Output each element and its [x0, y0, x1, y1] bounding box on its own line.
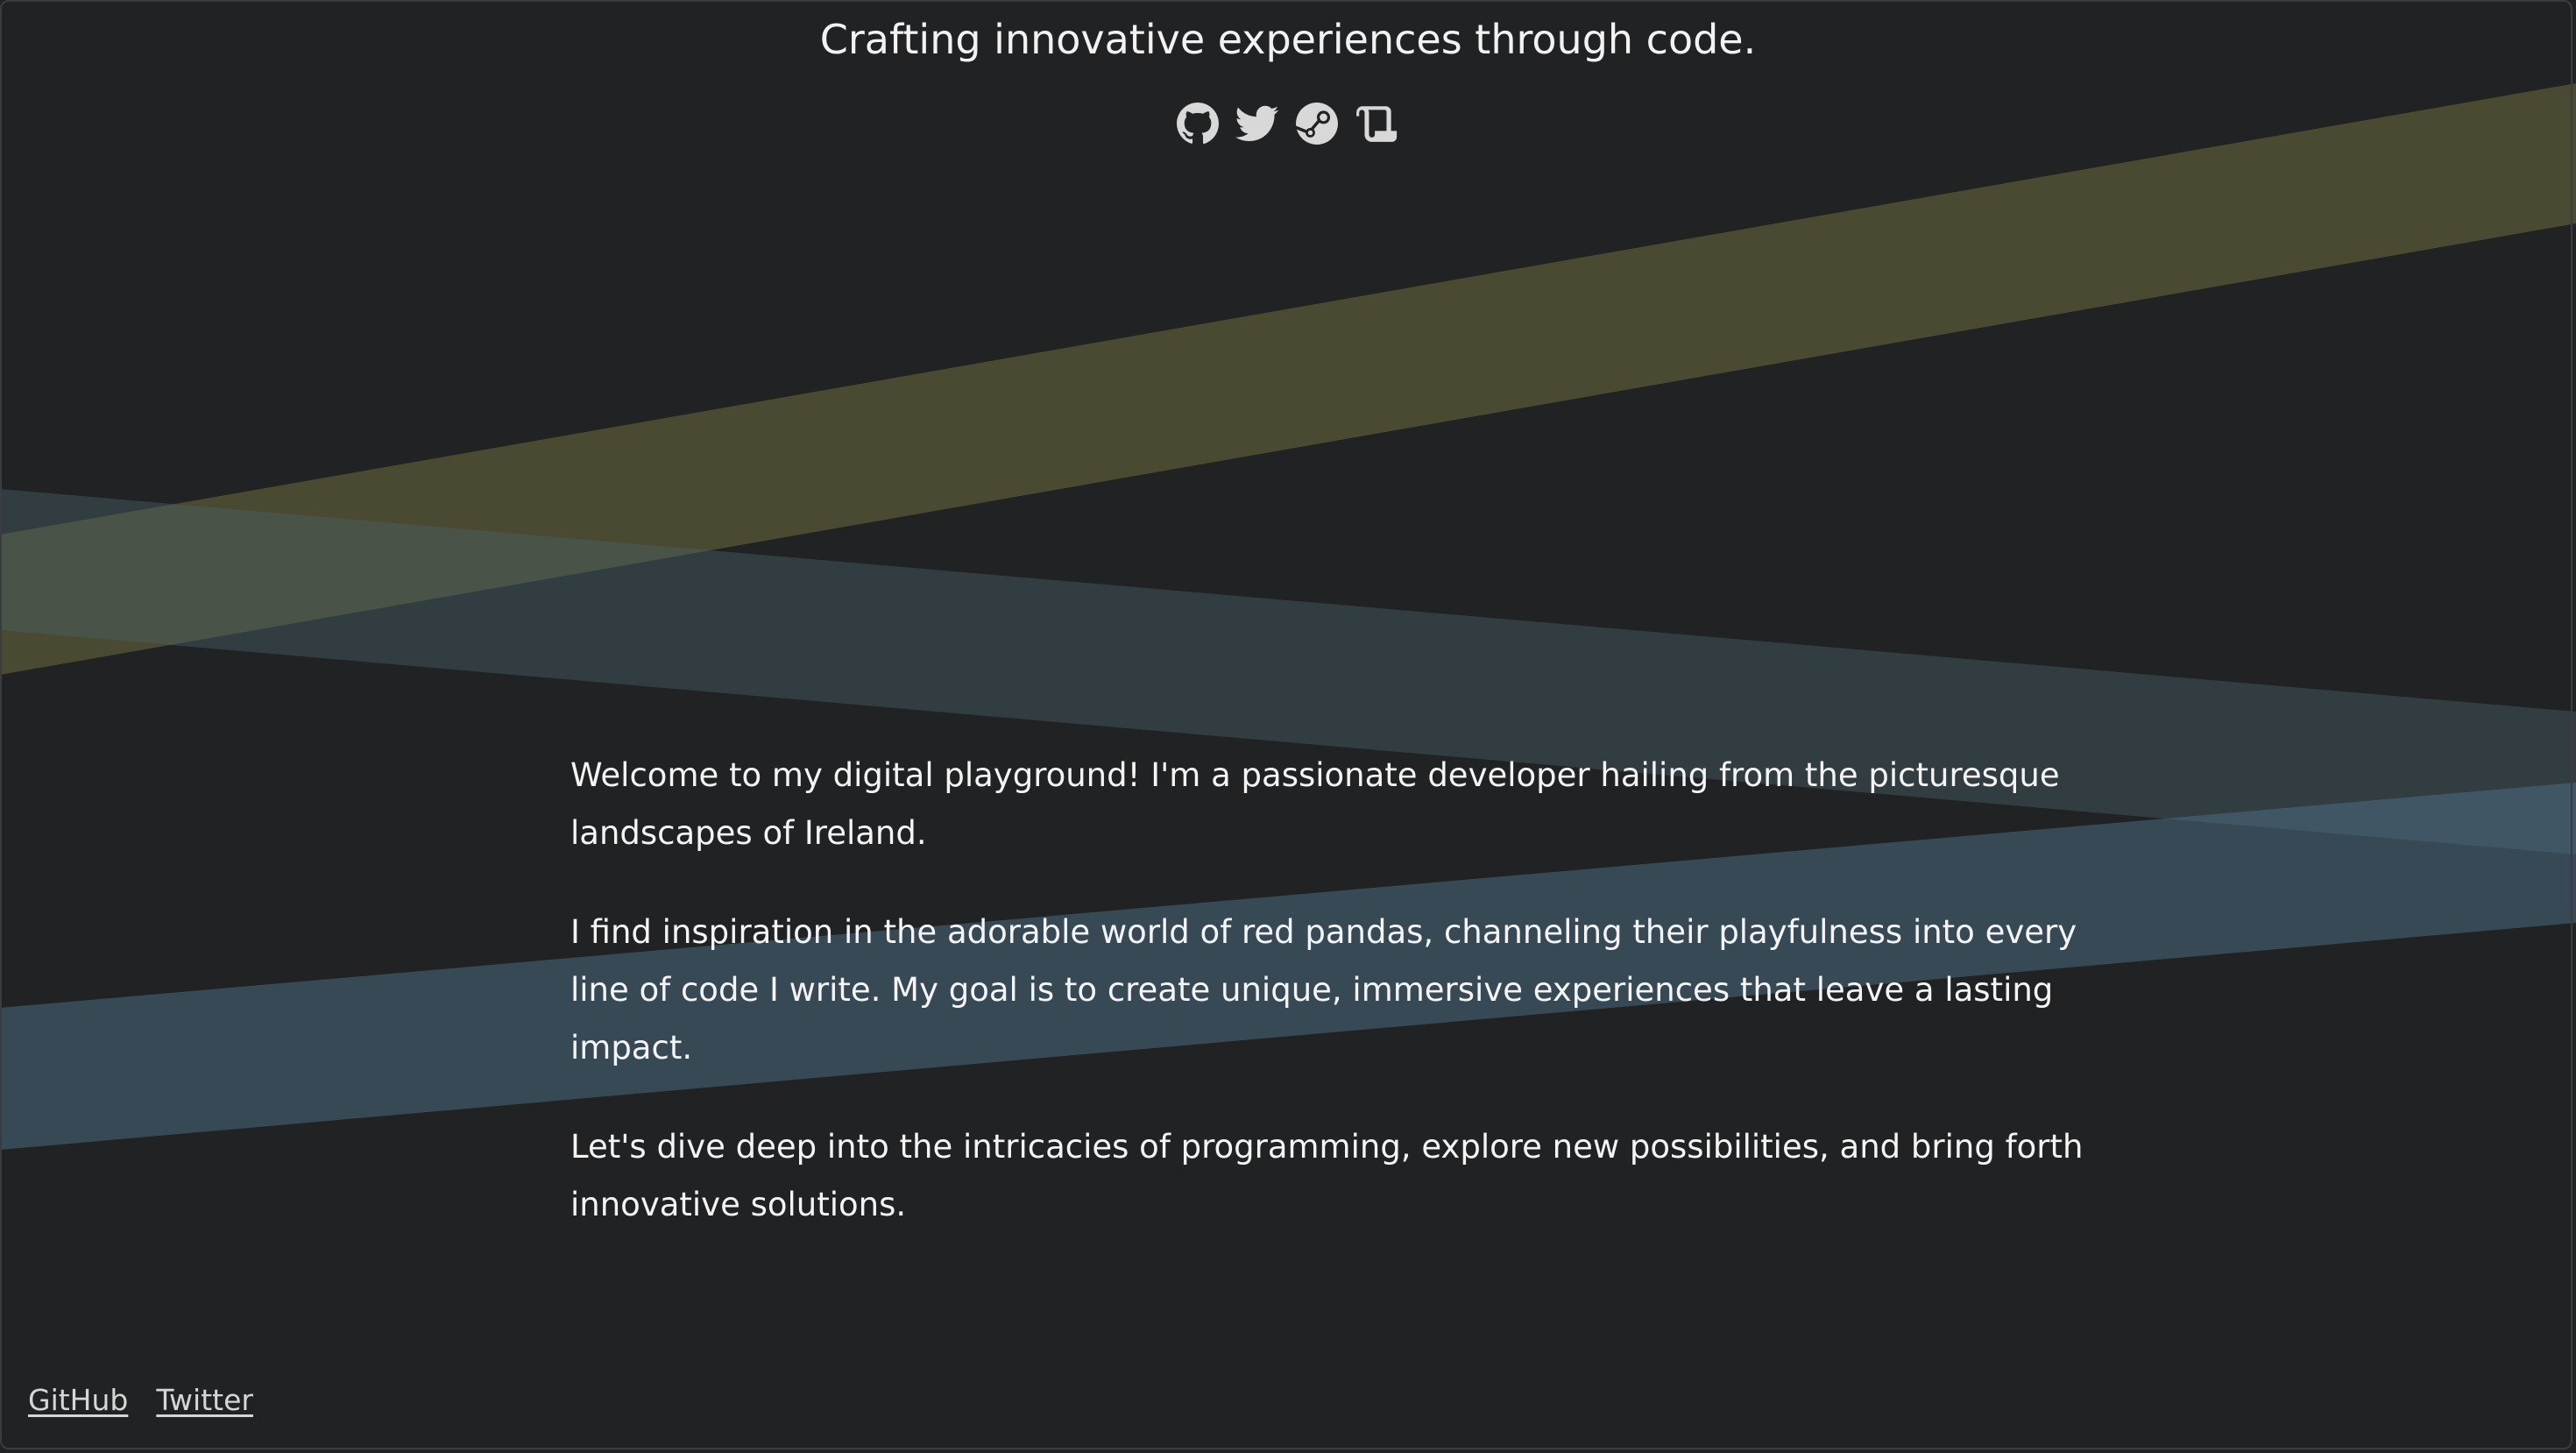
intro-paragraph: Let's dive deep into the intricacies of …: [570, 1128, 2084, 1223]
intro-paragraph: I find inspiration in the adorable world…: [570, 913, 2077, 1067]
footer-link-github[interactable]: GitHub: [28, 1376, 128, 1425]
footer-links: GitHub Twitter: [28, 1376, 253, 1425]
intro-paragraph: Welcome to my digital playground! I'm a …: [570, 756, 2060, 852]
footer-link-twitter[interactable]: Twitter: [156, 1376, 253, 1425]
github-icon[interactable]: [1176, 102, 1220, 145]
social-links: [1176, 102, 1398, 145]
steam-icon[interactable]: [1295, 102, 1339, 145]
intro-section: Welcome to my digital playground! I'm a …: [570, 747, 2112, 1275]
page-tagline: Crafting innovative experiences through …: [819, 16, 1757, 63]
twitter-icon[interactable]: [1235, 102, 1279, 145]
scroll-icon[interactable]: [1355, 102, 1398, 145]
